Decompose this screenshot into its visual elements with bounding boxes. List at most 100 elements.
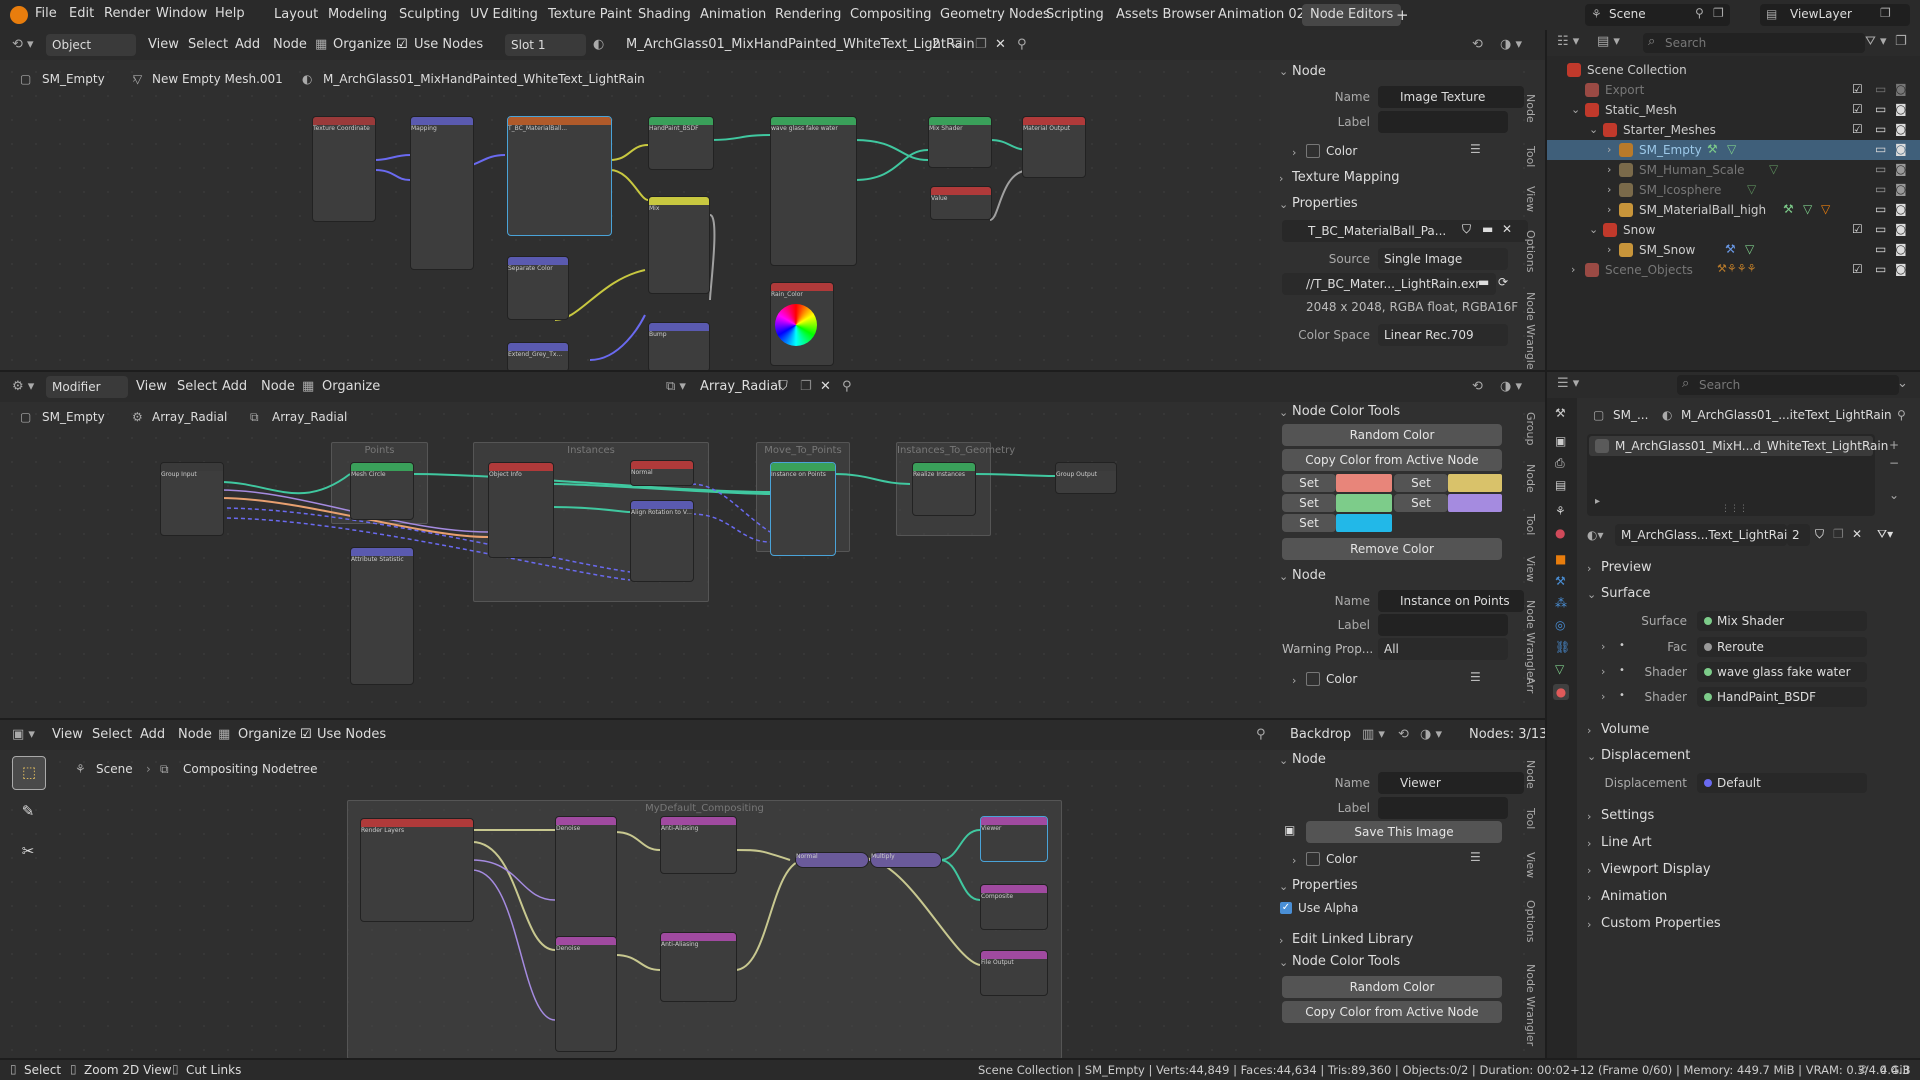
name-field[interactable]: Instance on Points [1378,590,1524,612]
new-viewlayer-icon[interactable]: ❐ [1880,6,1891,20]
camera-icon[interactable]: ◙ [1895,242,1907,256]
object-tab-icon[interactable]: ■ [1555,552,1566,566]
list-icon[interactable]: ☰ [1470,142,1481,156]
tab-node-editors[interactable]: Node Editors [1302,4,1402,26]
node-mix[interactable]: Mix [648,196,710,294]
overlay-icon[interactable]: ⟲ [1472,37,1483,52]
modifier-icon[interactable]: ⚒ [1725,242,1736,256]
properties-header[interactable]: Properties [1292,878,1358,893]
blender-logo-icon[interactable] [10,6,28,24]
menu-node[interactable]: Node [261,379,295,394]
colorspace-dropdown[interactable]: Linear Rec.709 [1378,324,1508,346]
outliner-row[interactable]: › SM_Snow ⚒ ▽ ▭ ◙ [1547,240,1920,260]
camera-icon[interactable]: ◙ [1895,182,1907,196]
camera-icon[interactable]: ◙ [1895,262,1907,276]
camera-icon[interactable]: ◙ [1895,82,1907,96]
monitor-icon[interactable]: ▭ [1875,82,1886,96]
node-anti-aliasing-2[interactable]: Anti-Aliasing [660,932,737,1002]
node-image-texture[interactable]: T_BC_MaterialBall... [507,116,612,236]
chevron-down-icon[interactable]: ⌄ [1587,750,1596,763]
node-render-layers[interactable]: Render Layers [360,818,474,922]
node-normal[interactable]: Normal [795,852,869,868]
node-texture-coordinate[interactable]: Texture Coordinate [312,116,376,222]
fake-user-shield-icon[interactable]: ⛉ [1815,527,1824,542]
properties-header[interactable]: Properties [1292,196,1358,211]
texture-mapping-header[interactable]: Texture Mapping [1292,170,1400,185]
vtab-node[interactable]: Node [1524,94,1537,123]
preview-section[interactable]: Preview [1601,560,1652,575]
nodetree-name[interactable]: Array_Radial [700,379,782,394]
outliner-row[interactable]: ⌄ Snow ☑ ▭ ◙ [1547,220,1920,240]
gizmo-icon[interactable]: ◑ ▾ [1420,727,1442,742]
chevron-right-icon[interactable]: › [1607,183,1611,196]
copy-color-button[interactable]: Copy Color from Active Node [1282,449,1502,471]
menu-render[interactable]: Render [104,6,150,21]
menu-add[interactable]: Add [140,727,165,742]
folder-icon[interactable]: ▬ [1478,275,1489,289]
node-group-output[interactable]: Group Output [1055,462,1117,494]
monitor-icon[interactable]: ▭ [1875,242,1886,256]
vtab-tool[interactable]: Tool [1524,514,1537,535]
pin-icon[interactable]: ⚲ [1695,6,1704,20]
world-tab-icon[interactable]: ● [1555,526,1565,540]
slot-dropdown[interactable]: Slot 1 [505,34,586,56]
set-color-button[interactable]: Set [1394,494,1448,512]
menu-file[interactable]: File [35,6,57,21]
new-scene-icon[interactable]: ❐ [1713,6,1724,20]
node-separate-color[interactable]: Separate Color [507,256,569,320]
vtab-view[interactable]: View [1524,852,1537,878]
chevron-right-icon[interactable]: › [1587,864,1591,877]
close-icon[interactable]: ✕ [1502,222,1512,236]
nodetree-icon[interactable]: ⧉ ▾ [666,379,686,394]
vtab-options[interactable]: Options [1524,900,1537,942]
camera-icon[interactable]: ◙ [1895,142,1907,156]
displacement-section[interactable]: Displacement [1601,748,1690,763]
vtab-node[interactable]: Node [1524,464,1537,493]
color-swatch[interactable] [1336,514,1392,532]
chevron-right-icon[interactable]: › [1607,203,1611,216]
close-icon[interactable]: ✕ [820,379,831,394]
tool-tab-icon[interactable]: ⚒ [1555,406,1566,420]
tab-layout[interactable]: Layout [266,4,326,26]
tab-uv-editing[interactable]: UV Editing [462,4,546,26]
fac-input-field[interactable]: Reroute [1697,637,1867,657]
material-name-field[interactable]: M_ArchGlass...Text_LightRain [1615,524,1787,546]
node-handpaint-bsdf[interactable]: HandPaint_BSDF [648,116,714,170]
name-field[interactable]: Viewer [1378,772,1524,794]
chevron-down-icon[interactable]: ⌄ [1279,880,1288,893]
color-checkbox[interactable] [1306,144,1320,158]
scene-selector[interactable]: ⚘ Scene ⚲ ❐ [1585,4,1730,26]
node-instance-on-points[interactable]: Instance on Points [770,462,836,556]
chevron-right-icon[interactable]: › [1587,562,1591,575]
mesh-data-icon[interactable]: ▽ [1747,182,1756,196]
fake-user-shield-icon[interactable]: ⛉ [778,379,788,394]
add-slot-icon[interactable]: + [1889,438,1899,452]
menu-node[interactable]: Node [273,37,307,52]
chevron-right-icon[interactable]: › [1607,143,1611,156]
monitor-icon[interactable]: ▭ [1875,142,1886,156]
checkbox-icon[interactable]: ☑ [1852,82,1863,96]
gizmo-icon[interactable]: ◑ ▾ [1500,379,1522,394]
output-tab-icon[interactable]: ⎙ [1555,456,1565,471]
pin-icon[interactable]: ⚲ [1256,727,1266,742]
node-attribute-statistic[interactable]: Attribute Statistic [350,547,414,685]
warning-dropdown[interactable]: All [1378,638,1508,660]
chevron-right-icon[interactable]: › [1587,918,1591,931]
chevron-down-icon[interactable]: ⌄ [1279,956,1288,969]
chevron-down-icon[interactable]: ⌄ [1587,588,1596,601]
color-swatch[interactable] [1448,494,1502,512]
chevron-down-icon[interactable]: ⌄ [1279,65,1288,78]
set-color-button[interactable]: Set [1282,474,1336,492]
node-file-output[interactable]: File Output [980,950,1048,996]
data-tab-icon[interactable]: ▽ [1555,662,1564,676]
node-group-input[interactable]: Group Input [160,462,224,536]
modifiers-tab-icon[interactable]: ⚒ [1555,574,1566,588]
camera-icon[interactable]: ◙ [1895,162,1907,176]
chevron-down-icon[interactable]: ⌄ [1279,570,1288,583]
menu-select[interactable]: Select [177,379,217,394]
chevron-down-icon[interactable]: ⌄ [1571,103,1580,116]
list-icon[interactable]: ☰ [1470,850,1481,864]
particles-tab-icon[interactable]: ⁂ [1555,596,1567,610]
color-swatch[interactable] [1336,494,1392,512]
new-collection-icon[interactable]: ❐ [1895,34,1907,49]
